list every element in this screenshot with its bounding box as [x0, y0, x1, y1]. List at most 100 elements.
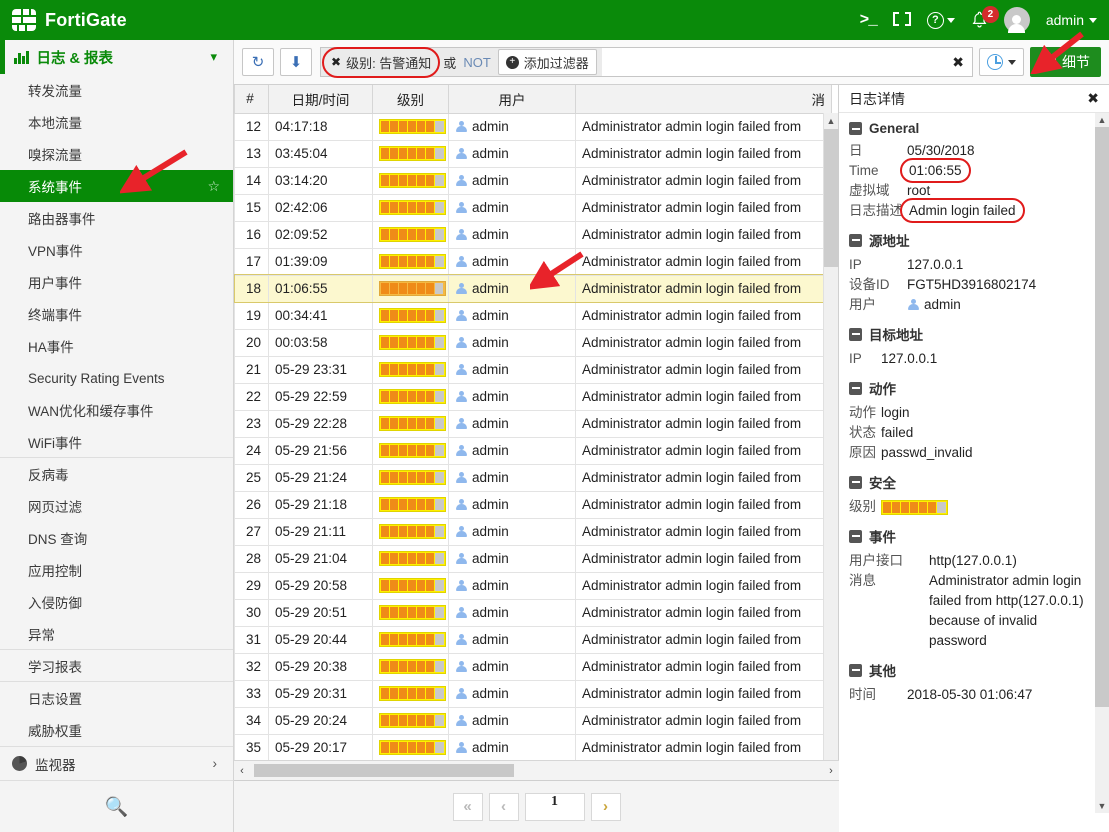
table-row[interactable]: 13 03:45:04 admin Administrator admin login… [234, 140, 832, 168]
search-icon[interactable]: 🔍 [105, 795, 129, 819]
sidebar-item-learning-report[interactable]: 学习报表 [0, 650, 233, 682]
table-row[interactable]: 30 05-29 20:51 admin Administrator admin lo… [234, 599, 832, 627]
table-row[interactable]: 19 00:34:41 admin Administrator admin login… [234, 302, 832, 330]
collapse-icon[interactable] [849, 327, 862, 341]
sidebar-header-log-report[interactable]: 日志 & 报表 ▾ [0, 40, 233, 74]
download-icon[interactable]: ⬇ [280, 48, 312, 76]
table-row[interactable]: 12 04:17:18 admin Administrator admin login… [234, 113, 832, 141]
sidebar-item-antivirus[interactable]: 反病毒 [0, 458, 233, 490]
notifications-icon[interactable]: 2 [971, 6, 999, 29]
sidebar-search[interactable]: 🔍 [0, 780, 234, 832]
sidebar-item-forward-traffic[interactable]: 转发流量 [0, 74, 233, 106]
scroll-down-icon[interactable]: ▼ [1095, 799, 1109, 813]
fullscreen-icon[interactable] [892, 12, 911, 28]
details-scrollbar[interactable]: ▲ ▼ [1095, 113, 1109, 813]
filter-operator-or[interactable]: 或 [443, 53, 456, 72]
table-row[interactable]: 26 05-29 21:18 admin Administrator admin lo… [234, 491, 832, 519]
details-section-title[interactable]: 目标地址 [849, 324, 1095, 344]
column-header-message[interactable]: 消 [575, 85, 832, 114]
sidebar-item-wan-opt-cache-events[interactable]: WAN优化和缓存事件 [0, 394, 233, 426]
details-section-title[interactable]: 其他 [849, 660, 1095, 680]
sidebar-item-web-filter[interactable]: 网页过滤 [0, 490, 233, 522]
table-row[interactable]: 16 02:09:52 admin Administrator admin login… [234, 221, 832, 249]
table-row[interactable]: 24 05-29 21:56 admin Administrator admin lo… [234, 437, 832, 465]
table-row[interactable]: 23 05-29 22:28 admin Administrator admin lo… [234, 410, 832, 438]
avatar[interactable] [1003, 7, 1030, 33]
table-row[interactable]: 32 05-29 20:38 admin Administrator admin lo… [234, 653, 832, 681]
help-icon[interactable]: ? [926, 11, 955, 29]
scroll-up-icon[interactable]: ▲ [824, 113, 838, 129]
table-row[interactable]: 21 05-29 23:31 admin Administrator admin lo… [234, 356, 832, 384]
table-horizontal-scrollbar[interactable]: ‹ › [234, 760, 839, 780]
filter-chip-level[interactable]: ✖ 级别: 告警通知 [322, 46, 441, 78]
collapse-icon[interactable] [849, 381, 862, 395]
collapse-icon[interactable] [849, 233, 862, 247]
refresh-icon[interactable]: ↻ [242, 48, 274, 76]
sidebar-item-ha-events[interactable]: HA事件 [0, 330, 233, 362]
sidebar-item-monitor[interactable]: 监视器 › [0, 746, 233, 780]
sidebar-item-dns-query[interactable]: DNS 查询 [0, 522, 233, 554]
column-header-index[interactable]: # [234, 85, 269, 114]
prev-page-button[interactable]: ‹ [488, 792, 519, 821]
scrollbar-thumb[interactable] [824, 129, 839, 267]
sidebar-item-local-traffic[interactable]: 本地流量 [0, 106, 233, 138]
sidebar-item-threat-weight[interactable]: 威胁权重 [0, 714, 233, 746]
table-row[interactable]: 35 05-29 20:17 admin Administrator admin lo… [234, 734, 832, 762]
table-row[interactable]: 17 01:39:09 admin Administrator admin login… [234, 248, 832, 276]
sidebar-item-system-events[interactable]: 系统事件 ☆ [0, 170, 233, 202]
collapse-icon[interactable] [849, 529, 862, 543]
table-row[interactable]: 27 05-29 21:11 admin Administrator admin lo… [234, 518, 832, 546]
filter-operator-not[interactable]: NOT [463, 55, 490, 70]
sidebar-item-anomaly[interactable]: 异常 [0, 618, 233, 650]
table-row[interactable]: 33 05-29 20:31 admin Administrator admin lo… [234, 680, 832, 708]
scrollbar-thumb[interactable] [1095, 127, 1109, 707]
column-header-level[interactable]: 级别 [372, 85, 449, 114]
table-vertical-scrollbar[interactable]: ▲ ▼ [823, 113, 839, 787]
collapse-icon[interactable] [849, 475, 862, 489]
sidebar-item-wifi-events[interactable]: WiFi事件 [0, 426, 233, 458]
page-number-input[interactable]: 1 [524, 792, 585, 821]
scrollbar-track[interactable] [250, 764, 823, 777]
table-row[interactable]: 29 05-29 20:58 admin Administrator admin lo… [234, 572, 832, 600]
table-row[interactable]: 20 00:03:58 admin Administrator admin login… [234, 329, 832, 357]
first-page-button[interactable]: « [452, 792, 483, 821]
close-icon[interactable]: ✖ [331, 55, 341, 69]
table-row[interactable]: 22 05-29 22:59 admin Administrator admin lo… [234, 383, 832, 411]
table-row[interactable]: 31 05-29 20:44 admin Administrator admin lo… [234, 626, 832, 654]
details-section-title[interactable]: 安全 [849, 472, 1095, 492]
close-icon[interactable]: ✖ [1087, 90, 1099, 107]
scroll-right-icon[interactable]: › [823, 765, 839, 777]
collapse-icon[interactable] [849, 663, 862, 677]
table-row[interactable]: 15 02:42:06 admin Administrator admin login… [234, 194, 832, 222]
details-section-title[interactable]: 事件 [849, 526, 1095, 546]
table-row[interactable]: 14 03:14:20 admin Administrator admin login… [234, 167, 832, 195]
table-row[interactable]: 28 05-29 21:04 admin Administrator admin lo… [234, 545, 832, 573]
next-page-button[interactable]: › [590, 792, 621, 821]
favorite-star-icon[interactable]: ☆ [207, 178, 220, 195]
details-section-title[interactable]: 动作 [849, 378, 1095, 398]
sidebar-item-router-events[interactable]: 路由器事件 [0, 202, 233, 234]
user-menu[interactable]: admin [1046, 12, 1097, 28]
chart-view-button[interactable] [979, 48, 1024, 76]
clear-filters-icon[interactable]: ✖ [952, 54, 964, 71]
sidebar-item-user-events[interactable]: 用户事件 [0, 266, 233, 298]
details-toggle-button[interactable]: 细节 [1030, 47, 1101, 77]
sidebar-item-security-rating-events[interactable]: Security Rating Events [0, 362, 233, 394]
cli-console-icon[interactable]: >_ [860, 11, 878, 29]
scroll-up-icon[interactable]: ▲ [1095, 113, 1109, 127]
scroll-left-icon[interactable]: ‹ [234, 765, 250, 777]
sidebar-item-sniffer-traffic[interactable]: 嗅探流量 [0, 138, 233, 170]
sidebar-item-application-control[interactable]: 应用控制 [0, 554, 233, 586]
table-row[interactable]: 34 05-29 20:24 admin Administrator admin lo… [234, 707, 832, 735]
sidebar-item-endpoint-events[interactable]: 终端事件 [0, 298, 233, 330]
scrollbar-thumb[interactable] [254, 764, 514, 777]
column-header-datetime[interactable]: 日期/时间 [268, 85, 373, 114]
sidebar-item-log-settings[interactable]: 日志设置 [0, 682, 233, 714]
column-header-user[interactable]: 用户 [448, 85, 576, 114]
sidebar-item-vpn-events[interactable]: VPN事件 [0, 234, 233, 266]
add-filter-button[interactable]: + 添加过滤器 [497, 49, 597, 75]
collapse-icon[interactable] [849, 122, 862, 135]
details-section-title[interactable]: General [849, 121, 1095, 136]
filter-bar[interactable]: ✖ 级别: 告警通知 或 NOT + 添加过滤器 ✖ [320, 46, 973, 78]
table-row[interactable]: 18 01:06:55 admin Administrator admin login… [234, 274, 833, 303]
